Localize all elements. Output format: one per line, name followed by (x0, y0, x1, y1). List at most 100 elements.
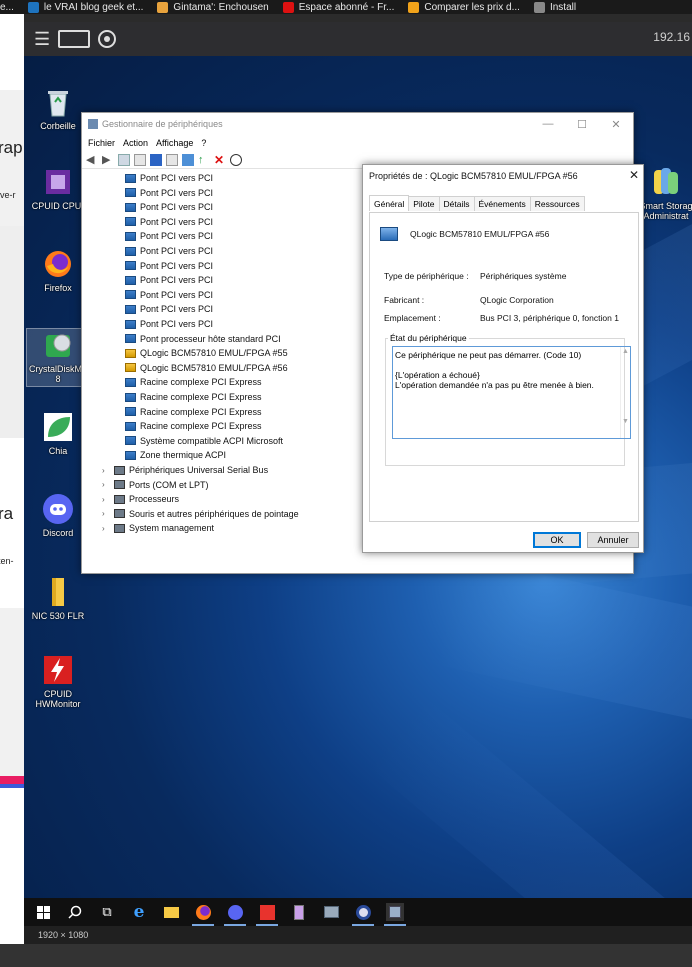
network-icon[interactable] (322, 903, 340, 921)
tab-events[interactable]: Événements (473, 196, 531, 211)
discord-icon[interactable] (224, 903, 246, 926)
device-category[interactable]: › Périphériques Universal Serial Bus (102, 463, 268, 477)
device-category[interactable]: › Ports (COM et LPT) (102, 478, 209, 492)
device-category-label: Processeurs (129, 494, 180, 505)
forward-icon[interactable]: ▶ (102, 154, 114, 166)
scrollbar[interactable]: ▲ ▼ (620, 347, 630, 438)
search-icon[interactable] (66, 903, 84, 921)
desktop-icon-nic-folder[interactable]: NIC 530 FLR (26, 576, 90, 621)
media-icon[interactable] (352, 903, 374, 926)
page-panel (0, 608, 24, 778)
edge-icon[interactable]: e (130, 902, 148, 922)
device-tree-item[interactable]: Zone thermique ACPI (125, 448, 226, 462)
bookmark-item[interactable]: le VRAI blog geek et... (27, 1, 143, 13)
device-tree-item[interactable]: Racine complexe PCI Express (125, 390, 262, 404)
anydesk-icon[interactable] (256, 903, 278, 926)
tab-resources[interactable]: Ressources (529, 196, 585, 211)
windows-start-icon[interactable] (34, 903, 52, 921)
file-explorer-icon[interactable] (162, 903, 180, 921)
smart-storage-icon (654, 168, 678, 194)
device-category[interactable]: › Processeurs (102, 492, 179, 506)
close-icon[interactable]: ✕ (599, 113, 633, 135)
warning-device-icon (125, 363, 136, 373)
tab-general[interactable]: Général (369, 195, 410, 211)
device-manager-icon[interactable] (384, 903, 406, 926)
keyboard-icon[interactable] (58, 30, 91, 48)
device-tree-item[interactable]: Pont PCI vers PCI (125, 186, 213, 200)
desktop-icon-hwmonitor[interactable]: CPUID HWMonitor (26, 654, 90, 709)
uninstall-icon[interactable]: ✕ (214, 154, 226, 166)
device-icon[interactable] (290, 903, 308, 921)
settings-circle-icon[interactable] (98, 30, 117, 48)
device-tree-item[interactable]: Pont PCI vers PCI (125, 273, 213, 287)
disable-icon[interactable] (230, 153, 242, 166)
bookmark-item[interactable]: Comparer les prix d... (408, 1, 520, 13)
discord-icon (43, 494, 73, 524)
device-category[interactable]: › Souris et autres périphériques de point… (102, 507, 299, 521)
cancel-button[interactable]: Annuler (587, 532, 639, 548)
device-tree-item[interactable]: Pont PCI vers PCI (125, 302, 213, 316)
help-icon[interactable] (150, 153, 162, 166)
bookmark-item[interactable]: Install (533, 1, 576, 13)
menu-action[interactable]: Action (123, 138, 148, 148)
back-icon[interactable]: ◀ (86, 154, 98, 166)
details-icon[interactable] (166, 153, 178, 166)
bookmark-item[interactable]: Gintama': Enchousen (157, 1, 269, 13)
expand-chevron-icon[interactable]: › (102, 509, 110, 518)
maker-value: QLogic Corporation (480, 295, 554, 305)
device-tree-label: Pont PCI vers PCI (140, 275, 214, 286)
device-tree-item[interactable]: Pont PCI vers PCI (125, 288, 213, 302)
device-status-textarea[interactable]: Ce périphérique ne peut pas démarrer. (C… (392, 346, 631, 439)
expand-chevron-icon[interactable]: › (102, 480, 110, 489)
add-driver-icon[interactable]: ↑ (198, 154, 210, 166)
pci-device-icon (125, 290, 136, 300)
menu-affichage[interactable]: Affichage (156, 138, 193, 148)
view-icon[interactable] (134, 153, 146, 166)
device-category[interactable]: › System management (102, 521, 214, 535)
task-view-icon[interactable]: ⧉ (98, 903, 116, 921)
device-tree-item[interactable]: Racine complexe PCI Express (125, 405, 262, 419)
device-tree-label: QLogic BCM57810 EMUL/FPGA #56 (140, 362, 288, 373)
pci-device-icon (125, 421, 136, 431)
menu-fichier[interactable]: Fichier (88, 138, 115, 148)
pci-device-icon (125, 450, 136, 460)
monitor-icon[interactable] (182, 153, 194, 166)
pci-device-icon (125, 319, 136, 329)
page-text: ra (0, 504, 14, 523)
device-tree-item[interactable]: Pont PCI vers PCI (125, 200, 213, 214)
bookmark-item[interactable]: Espace abonné - Fr... (282, 1, 394, 13)
close-icon[interactable]: ✕ (629, 168, 639, 182)
pci-device-icon (125, 261, 136, 271)
ok-button[interactable]: OK (533, 532, 581, 548)
remote-desktop-viewer: ☰ 192.16 Corbeille CPUID CPU- Firefox Cr… (24, 22, 692, 944)
desktop-icon-label: CPUID HWMonitor (35, 689, 81, 709)
desktop-icon-smart-storage[interactable]: Smart Storag Administrat (636, 166, 692, 221)
device-tree-item[interactable]: Pont processeur hôte standard PCI (125, 332, 281, 346)
device-tree-item[interactable]: Racine complexe PCI Express (125, 419, 262, 433)
device-tree-item[interactable]: QLogic BCM57810 EMUL/FPGA #56 (125, 361, 288, 375)
properties-icon[interactable] (118, 153, 130, 166)
device-tree-label: Racine complexe PCI Express (140, 421, 262, 432)
device-tree-item[interactable]: Pont PCI vers PCI (125, 317, 213, 331)
expand-chevron-icon[interactable]: › (102, 466, 110, 475)
device-tree-item[interactable]: Pont PCI vers PCI (125, 229, 213, 243)
device-tree-item[interactable]: Pont PCI vers PCI (125, 215, 213, 229)
device-tree-item[interactable]: QLogic BCM57810 EMUL/FPGA #55 (125, 346, 288, 360)
expand-chevron-icon[interactable]: › (102, 524, 110, 533)
tab-driver[interactable]: Pilote (408, 196, 440, 211)
minimize-icon[interactable]: — (531, 113, 565, 135)
device-tree-item[interactable]: Racine complexe PCI Express (125, 375, 262, 389)
device-tree-item[interactable]: Pont PCI vers PCI (125, 244, 213, 258)
menu-help[interactable]: ? (201, 138, 206, 148)
device-tree-item[interactable]: Pont PCI vers PCI (125, 171, 213, 185)
hamburger-icon[interactable]: ☰ (34, 29, 50, 50)
device-tree-item[interactable]: Système compatible ACPI Microsoft (125, 434, 283, 448)
device-tree-label: Pont PCI vers PCI (140, 289, 214, 300)
tab-details[interactable]: Détails (438, 196, 475, 211)
device-tree-item[interactable]: Pont PCI vers PCI (125, 259, 213, 273)
expand-chevron-icon[interactable]: › (102, 495, 110, 504)
bookmark-item[interactable]: e... (0, 2, 14, 13)
type-label: Type de périphérique : (384, 271, 469, 281)
firefox-icon[interactable] (192, 903, 214, 926)
maximize-icon[interactable]: ☐ (565, 113, 599, 135)
